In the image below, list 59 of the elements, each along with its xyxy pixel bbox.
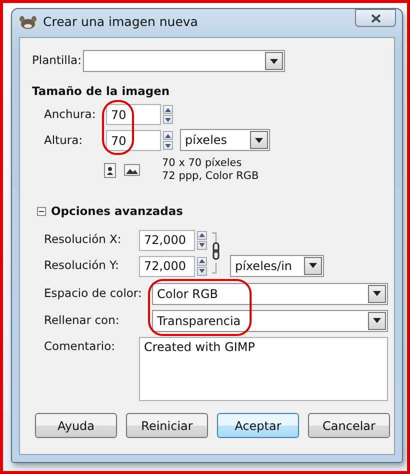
info-text: 72 ppp, Color RGB — [162, 170, 259, 184]
field-label: Rellenar con: — [44, 312, 120, 329]
field-label: Anchura: — [44, 106, 97, 124]
dropdown-arrow-icon — [255, 138, 263, 143]
down-arrow-icon — [199, 269, 205, 273]
spin-up-button[interactable] — [197, 256, 207, 266]
down-arrow-icon — [165, 144, 171, 148]
spin-down-button[interactable] — [197, 240, 207, 250]
dialog-button[interactable]: Ayuda — [35, 413, 117, 438]
field-label: Altura: — [44, 132, 84, 150]
landscape-button[interactable] — [124, 161, 140, 178]
dialog-button[interactable]: Aceptar — [217, 413, 299, 438]
number-field[interactable]: 70 — [106, 130, 161, 152]
dropdown[interactable]: píxeles/in — [230, 254, 324, 276]
close-icon — [370, 14, 380, 22]
chain-button[interactable] — [211, 231, 221, 275]
field-label: Resolución X: — [44, 231, 122, 248]
spin-down-button[interactable] — [163, 141, 173, 150]
expander-button[interactable] — [37, 207, 46, 216]
dropdown[interactable]: Transparencia — [152, 310, 388, 332]
up-arrow-icon — [199, 259, 205, 263]
number-field[interactable]: 72,000 — [139, 256, 195, 276]
dropdown-arrow-icon — [373, 291, 381, 296]
spin-up-button[interactable] — [163, 131, 173, 140]
spin-down-button[interactable] — [197, 266, 207, 276]
close-button[interactable] — [355, 9, 396, 27]
field-label: Espacio de color: — [44, 284, 143, 302]
dropdown[interactable]: píxeles — [180, 129, 270, 152]
field-label: Plantilla: — [32, 52, 82, 70]
dropdown-arrow-icon — [270, 58, 278, 64]
dialog-button[interactable]: Reiniciar — [126, 413, 208, 438]
collapse-icon — [37, 207, 46, 216]
up-arrow-icon — [165, 108, 171, 112]
spin-up-button[interactable] — [163, 105, 173, 114]
chain-link-icon — [211, 231, 221, 275]
landscape-icon — [124, 164, 140, 176]
section-heading: Opciones avanzadas — [51, 203, 183, 220]
dropdown-arrow-icon — [373, 318, 381, 323]
down-arrow-icon — [165, 118, 171, 122]
field-label: Resolución Y: — [44, 257, 120, 274]
spin-up-button[interactable] — [197, 230, 207, 240]
field-label: Comentario: — [44, 338, 116, 354]
spin-down-button[interactable] — [163, 115, 173, 124]
info-text: 70 x 70 píxeles — [162, 157, 243, 170]
section-heading: Tamaño de la imagen — [32, 83, 171, 100]
portrait-icon — [104, 162, 116, 178]
number-field[interactable]: 72,000 — [139, 230, 195, 250]
up-arrow-icon — [199, 233, 205, 237]
number-field[interactable]: 70 — [106, 104, 161, 126]
app-icon — [19, 14, 37, 30]
dropdown[interactable] — [83, 50, 285, 72]
down-arrow-icon — [199, 243, 205, 247]
dropdown-arrow-icon — [309, 263, 317, 268]
window-title: Crear una imagen nueva — [43, 12, 198, 31]
dropdown[interactable]: Color RGB — [152, 282, 388, 304]
comment-field[interactable]: Created with GIMP — [139, 336, 388, 400]
up-arrow-icon — [165, 134, 171, 138]
portrait-button[interactable] — [104, 161, 116, 178]
dialog-button[interactable]: Cancelar — [308, 413, 390, 438]
